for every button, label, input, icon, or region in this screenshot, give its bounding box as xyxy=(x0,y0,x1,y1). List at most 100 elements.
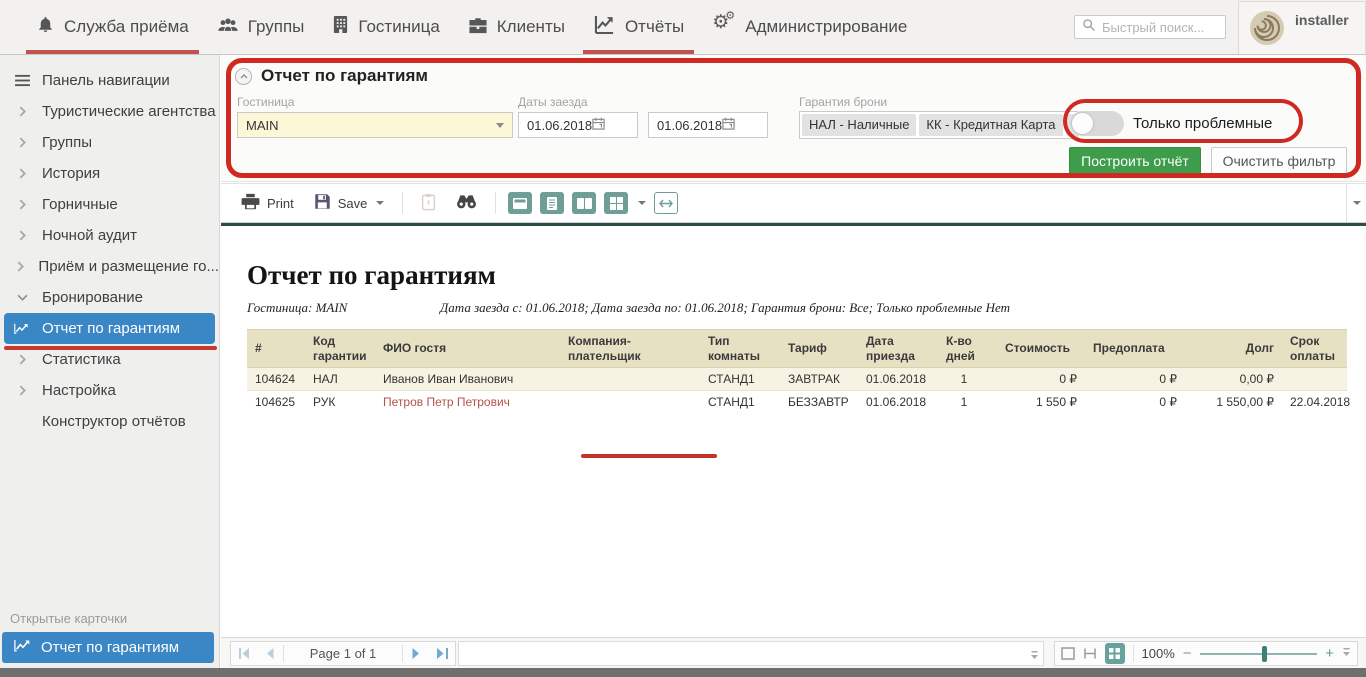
statusbar: Page 1 of 1 100% − + xyxy=(221,637,1366,668)
chevron-right-icon xyxy=(14,230,30,241)
sidebar-item-settings[interactable]: Настройка xyxy=(0,375,219,406)
pager: Page 1 of 1 xyxy=(230,641,456,666)
report-document: Отчет по гарантиям Гостиница: MAIN Дата … xyxy=(221,226,1366,637)
sidebar-item-guarantee-report[interactable]: Отчет по гарантиям xyxy=(4,313,215,344)
admin-gears-icon: ⚙ ⚙ xyxy=(712,15,736,39)
report-params: Гостиница: MAIN Дата заезда с: 01.06.201… xyxy=(247,300,1366,316)
clipboard-button[interactable] xyxy=(415,189,442,218)
save-button[interactable]: Save xyxy=(308,189,391,217)
chevron-down-icon[interactable] xyxy=(638,201,646,205)
whole-page-view-icon[interactable] xyxy=(1061,647,1075,660)
report-toolbar: Print Save xyxy=(221,183,1366,223)
tab-reports[interactable]: Отчёты xyxy=(579,0,698,54)
tab-groups[interactable]: Группы xyxy=(203,0,319,54)
tab-hotel[interactable]: Гостиница xyxy=(318,0,453,54)
chevron-down-icon xyxy=(376,201,384,205)
sidebar-item-report-builder[interactable]: Конструктор отчётов xyxy=(0,406,219,437)
report-param-hotel: Гостиница: MAIN xyxy=(247,300,440,316)
date-from-field[interactable]: 01.06.2018 xyxy=(518,112,638,138)
page-indicator: Page 1 of 1 xyxy=(284,646,402,661)
splitter-icon[interactable] xyxy=(1030,648,1039,666)
zoom-in-button[interactable]: + xyxy=(1325,646,1334,661)
collapse-panel-icon[interactable] xyxy=(235,68,252,85)
chevron-right-icon xyxy=(14,137,30,148)
calendar-icon[interactable] xyxy=(592,117,611,133)
zoom-slider-handle[interactable] xyxy=(1262,646,1267,662)
sidebar-item-groups[interactable]: Группы xyxy=(0,127,219,158)
quick-search xyxy=(1074,15,1226,39)
first-page-button[interactable] xyxy=(231,648,257,659)
chevron-down-icon xyxy=(14,294,30,301)
col-header: Тариф xyxy=(780,330,858,368)
bottom-strip xyxy=(0,668,1366,677)
zoom-out-button[interactable]: − xyxy=(1183,646,1192,661)
horizontal-scrollbar[interactable] xyxy=(458,641,1044,666)
main-area: Отчет по гарантиям Гостиница MAIN Даты з… xyxy=(221,55,1366,668)
find-button[interactable] xyxy=(450,190,483,216)
table-row: 104625 РУК Петров Петр Петрович СТАНД1 Б… xyxy=(247,391,1347,414)
page-width-view-icon[interactable] xyxy=(1083,647,1097,660)
sidebar-item-night-audit[interactable]: Ночной аудит xyxy=(0,220,219,251)
username: installer xyxy=(1295,10,1349,28)
col-header: Срок оплаты xyxy=(1282,330,1347,368)
hotel-label: Гостиница xyxy=(237,95,294,109)
toolbar-overflow-button[interactable] xyxy=(1346,184,1364,222)
report-param-rest: Дата заезда с: 01.06.2018; Дата заезда п… xyxy=(440,300,1010,316)
date-to-field[interactable]: 01.06.2018 xyxy=(648,112,768,138)
print-button[interactable]: Print xyxy=(235,189,300,217)
briefcase-icon xyxy=(468,16,488,39)
guarantee-label: Гарантия брони xyxy=(799,95,887,109)
report-title: Отчет по гарантиям xyxy=(247,260,1366,291)
build-report-button[interactable]: Построить отчёт xyxy=(1069,147,1201,174)
tab-administration[interactable]: ⚙ ⚙ Администрирование xyxy=(698,0,921,54)
guarantee-tag[interactable]: КК - Кредитная Карта xyxy=(919,114,1062,136)
guarantee-field[interactable]: НАЛ - Наличные КК - Кредитная Карта Б xyxy=(799,111,1078,139)
reports-icon xyxy=(593,15,616,39)
sidebar-item-history[interactable]: История xyxy=(0,158,219,189)
user-menu[interactable]: installer xyxy=(1238,1,1366,54)
only-problem-label: Только проблемные xyxy=(1133,115,1272,132)
guarantee-tag[interactable]: НАЛ - Наличные xyxy=(802,114,916,136)
sidebar: Панель навигации Туристические агентства… xyxy=(0,55,220,668)
tab-reception[interactable]: Служба приёма xyxy=(22,0,203,54)
last-page-button[interactable] xyxy=(429,648,455,659)
sidebar-item-checkin[interactable]: Приём и размещение го... xyxy=(0,251,219,282)
view-facing-pages-button[interactable] xyxy=(572,192,596,214)
binoculars-icon xyxy=(456,194,477,212)
grid-view-icon[interactable] xyxy=(1105,643,1125,664)
avatar xyxy=(1249,10,1285,51)
view-multiple-pages-button[interactable] xyxy=(604,192,628,214)
tab-clients[interactable]: Клиенты xyxy=(454,0,579,54)
col-header: Предоплата xyxy=(1085,330,1185,368)
calendar-icon[interactable] xyxy=(722,117,741,133)
splitter-icon[interactable] xyxy=(1342,645,1351,663)
only-problem-toggle[interactable] xyxy=(1070,111,1124,136)
annotation-sidebar-underline xyxy=(4,346,217,350)
dates-label: Даты заезда xyxy=(518,95,588,109)
fit-width-button[interactable] xyxy=(654,192,678,214)
chevron-right-icon xyxy=(14,385,30,396)
sidebar-item-travel-agencies[interactable]: Туристические агентства xyxy=(0,96,219,127)
app-root: Служба приёма Группы Гостиница Клиенты О… xyxy=(0,0,1366,677)
view-single-page-button[interactable] xyxy=(508,192,532,214)
hotel-select[interactable]: MAIN xyxy=(237,112,513,138)
main-tabs: Служба приёма Группы Гостиница Клиенты О… xyxy=(0,0,921,54)
chevron-right-icon xyxy=(14,199,30,210)
search-input[interactable] xyxy=(1102,20,1220,35)
open-card-guarantee-report[interactable]: Отчет по гарантиям xyxy=(2,632,214,663)
prev-page-button[interactable] xyxy=(257,648,283,659)
filter-panel: Отчет по гарантиям Гостиница MAIN Даты з… xyxy=(221,55,1366,182)
sidebar-item-maids[interactable]: Горничные xyxy=(0,189,219,220)
guest-name-link[interactable]: Петров Петр Петрович xyxy=(383,395,510,409)
zoom-slider[interactable] xyxy=(1200,653,1318,655)
sidebar-item-booking[interactable]: Бронирование xyxy=(0,282,219,313)
view-continuous-button[interactable] xyxy=(540,192,564,214)
col-header: ФИО гостя xyxy=(375,330,560,368)
tab-label: Гостиница xyxy=(358,17,439,37)
open-cards-label: Открытые карточки xyxy=(10,611,127,626)
table-header-row: # Код гарантии ФИО гостя Компания-плател… xyxy=(247,330,1347,368)
next-page-button[interactable] xyxy=(403,648,429,659)
clear-filter-button[interactable]: Очистить фильтр xyxy=(1211,147,1347,174)
col-header: К-во дней xyxy=(938,330,990,368)
sidebar-item-nav-panel[interactable]: Панель навигации xyxy=(0,65,219,96)
